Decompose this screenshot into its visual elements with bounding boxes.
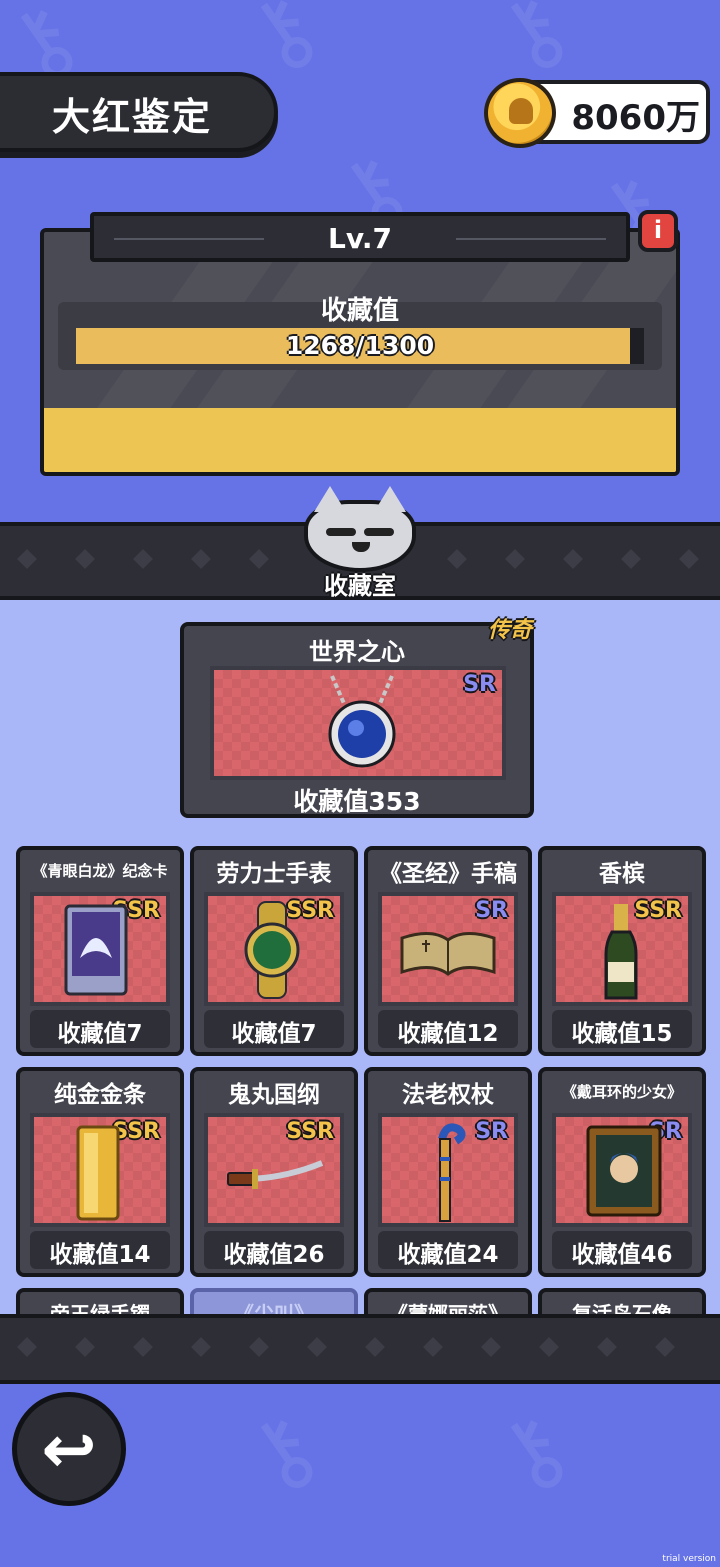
item-value: 收藏值24 [397, 1242, 499, 1268]
item-art: SR [378, 1113, 518, 1227]
katana-icon [227, 1160, 324, 1189]
level-panel-footer [44, 408, 676, 472]
collection-item-card[interactable]: 香槟 SSR 收藏值15 [538, 846, 706, 1056]
background-key-icon: ⚷ [475, 1390, 591, 1515]
item-art: SSR [30, 892, 170, 1006]
item-title: 香槟 [599, 861, 645, 887]
item-title: 《圣经》手稿 [379, 861, 517, 887]
trial-version-note: trial version [662, 1554, 716, 1564]
item-title: 纯金金条 [54, 1082, 146, 1108]
gold-bar-icon [76, 1125, 120, 1221]
collection-value-label: 收藏值 [320, 296, 399, 326]
scepter-icon [438, 1123, 466, 1222]
open-book-icon [400, 932, 496, 976]
level-label: Lv.7 [328, 222, 392, 255]
coin-icon [484, 78, 556, 148]
collection-item-card[interactable]: 纯金金条 SSR 收藏值14 [16, 1067, 184, 1277]
legendary-badge: 传奇 [488, 618, 533, 643]
item-art: SSR [552, 892, 692, 1006]
item-art: SSR [204, 1113, 344, 1227]
item-title: 《青眼白龙》纪念卡 [32, 862, 168, 880]
item-value: 收藏值26 [223, 1242, 325, 1268]
featured-item-card[interactable]: 世界之心 SR 收藏值353 [180, 622, 534, 818]
collection-item-card[interactable]: 《戴耳环的少女》 SR 收藏值46 [538, 1067, 706, 1277]
wolf-mascot-icon [304, 486, 416, 572]
item-value: 收藏值46 [571, 1242, 673, 1268]
return-arrow-icon: ↩ [41, 1411, 97, 1488]
item-title: 鬼丸国纲 [228, 1082, 320, 1108]
item-art: SR [378, 892, 518, 1006]
back-button[interactable]: ↩ [12, 1392, 126, 1506]
item-value: 收藏值15 [571, 1021, 673, 1047]
collection-item-card[interactable]: 劳力士手表 SSR 收藏值7 [190, 846, 358, 1056]
sapphire-necklace-icon [328, 675, 396, 768]
coin-amount: 8060万 [571, 98, 700, 138]
page-title: 大红鉴定 [52, 95, 213, 139]
featured-item-value: 收藏值353 [293, 787, 421, 816]
bottom-banner [0, 1314, 720, 1384]
watch-icon [244, 901, 300, 999]
progress-text: 1268/1300 [285, 331, 435, 360]
item-title: 《戴耳环的少女》 [561, 1083, 682, 1101]
item-value: 收藏值14 [49, 1242, 151, 1268]
featured-item-title: 世界之心 [309, 638, 405, 666]
collection-room-label: 收藏室 [324, 572, 396, 600]
item-value: 收藏值7 [57, 1021, 143, 1047]
item-value: 收藏值7 [231, 1021, 317, 1047]
info-icon: i [653, 216, 663, 244]
collection-item-card[interactable]: 法老权杖 SR 收藏值24 [364, 1067, 532, 1277]
collection-item-card[interactable]: 《圣经》手稿 SR 收藏值12 [364, 846, 532, 1056]
dragon-card-icon [64, 904, 128, 996]
painting-icon [586, 1125, 662, 1217]
item-title: 劳力士手表 [216, 861, 332, 887]
item-value: 收藏值12 [397, 1021, 499, 1047]
background-key-icon: ⚷ [225, 1390, 341, 1515]
item-art: SSR [204, 892, 344, 1006]
champagne-icon [604, 904, 638, 1000]
collection-item-card[interactable]: 《青眼白龙》纪念卡 SSR 收藏值7 [16, 846, 184, 1056]
featured-item-art: SR [210, 666, 506, 780]
item-title: 法老权杖 [402, 1082, 494, 1108]
item-art: SSR [30, 1113, 170, 1227]
item-art: SR [552, 1113, 692, 1227]
level-tab: Lv.7 [90, 212, 630, 262]
collection-item-card[interactable]: 鬼丸国纲 SSR 收藏值26 [190, 1067, 358, 1277]
info-button[interactable]: i [638, 210, 678, 252]
